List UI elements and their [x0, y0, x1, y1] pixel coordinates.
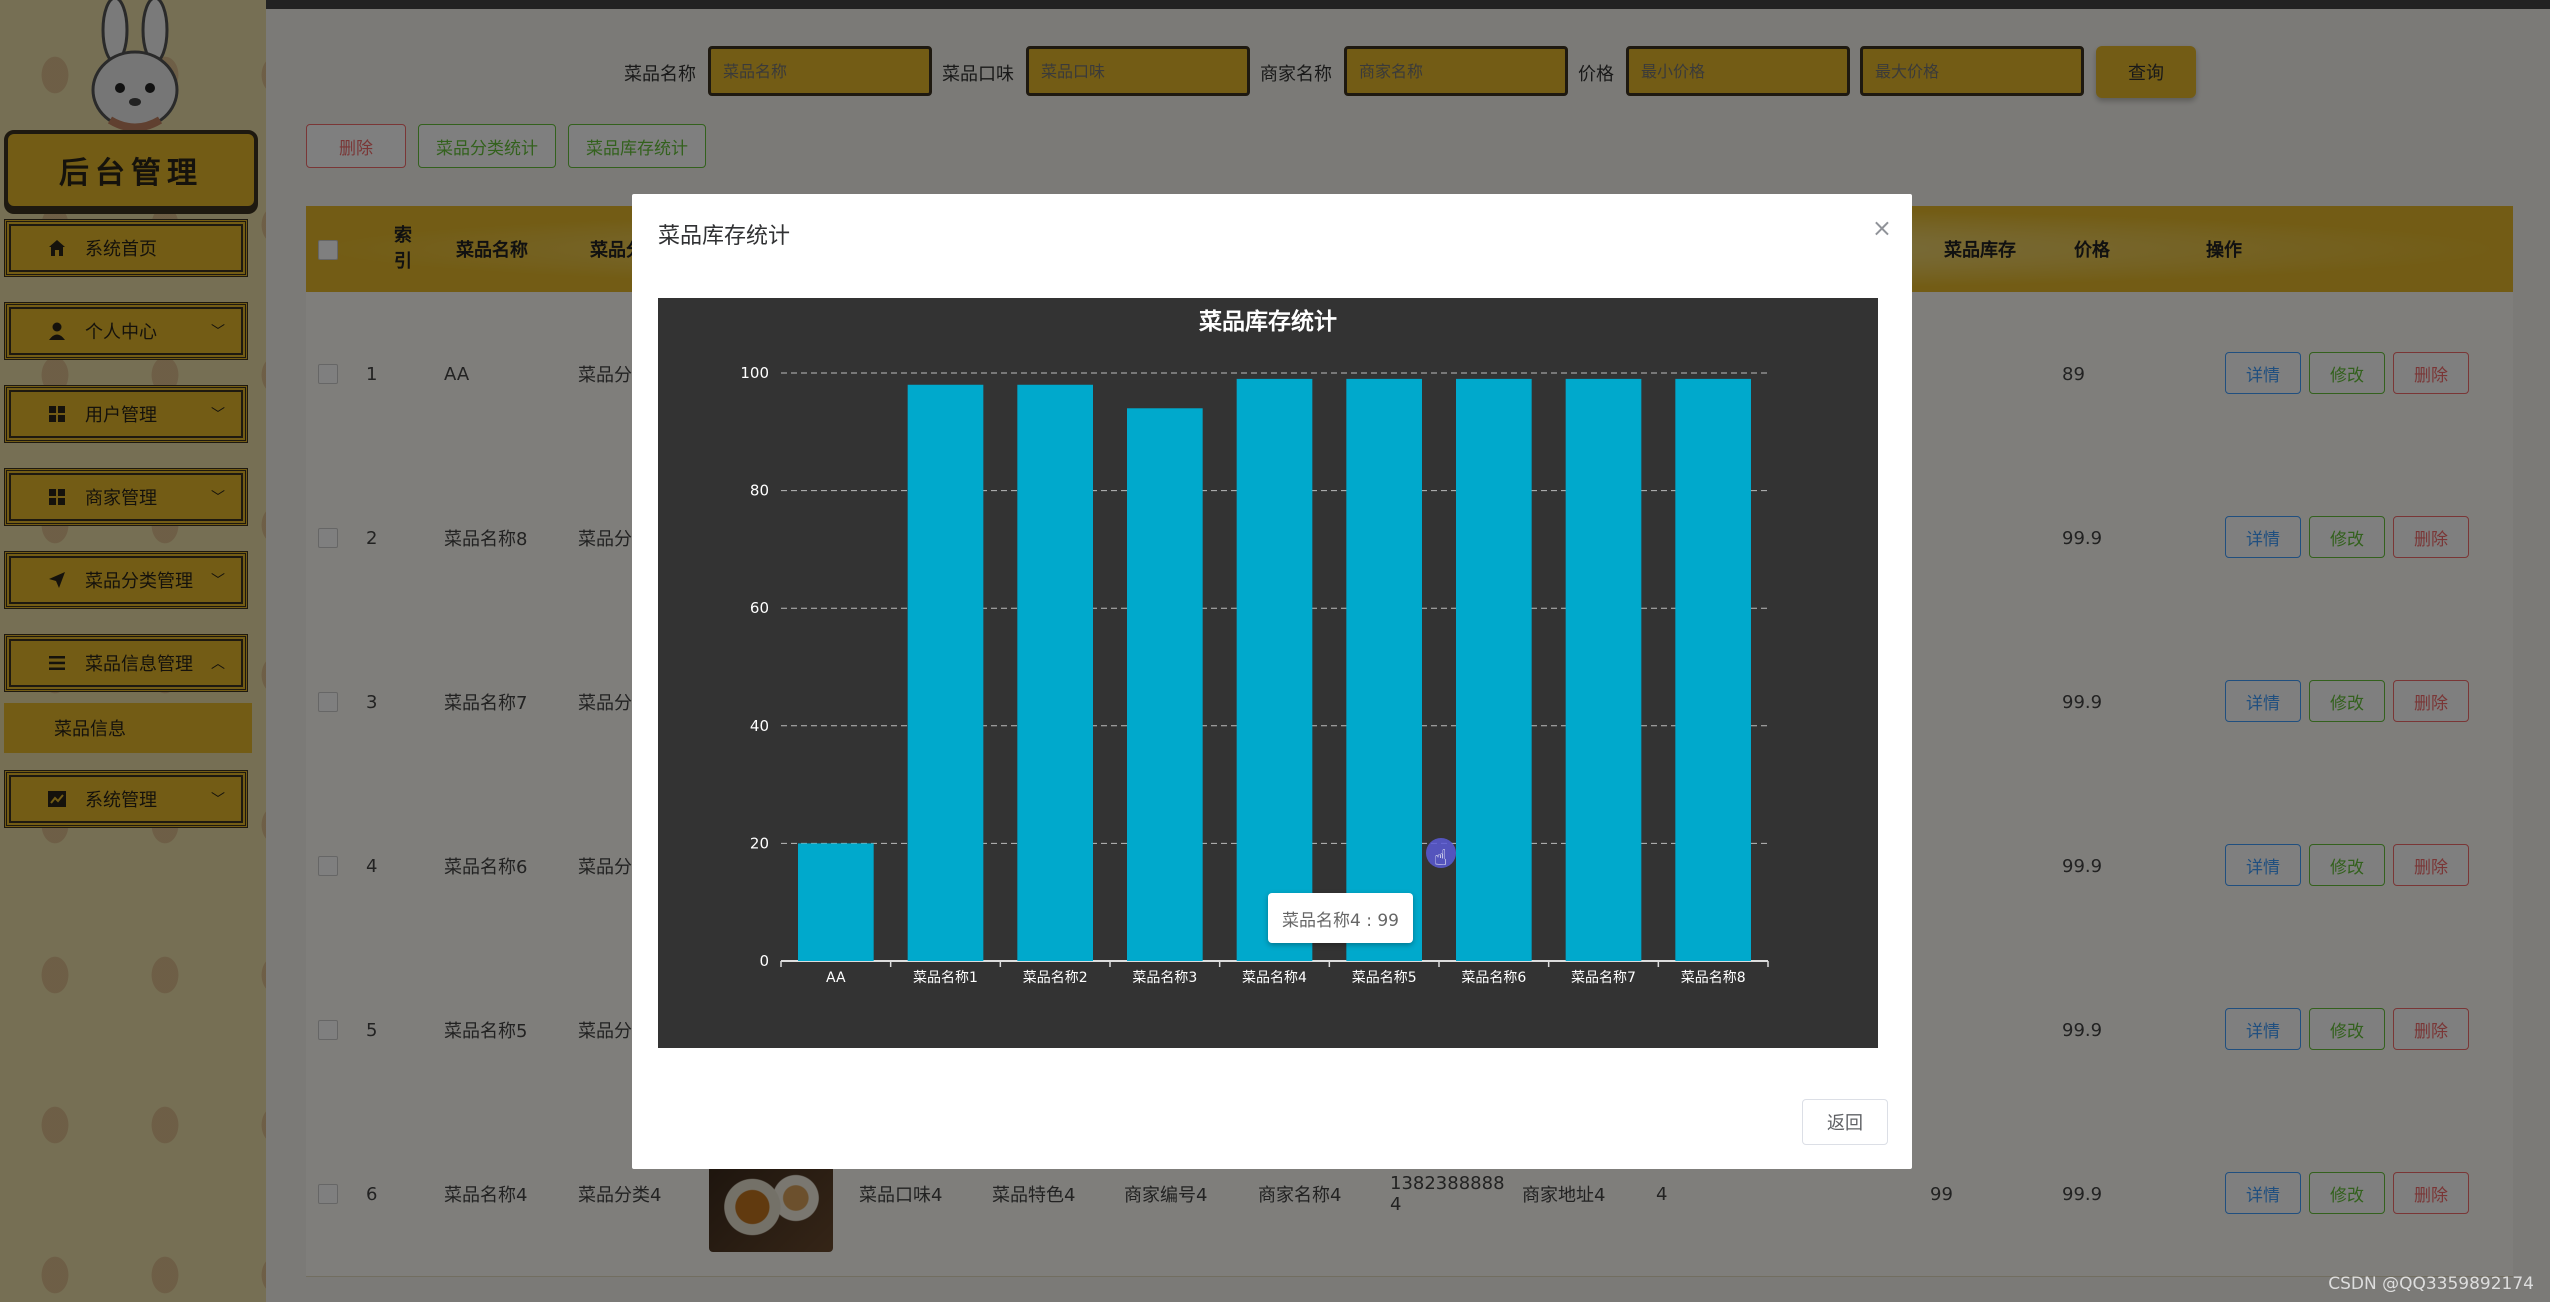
- dialog-title: 菜品库存统计: [658, 224, 791, 249]
- watermark: CSDN @QQ3359892174: [2328, 1274, 2534, 1294]
- x-tick-label: 菜品名称8: [1681, 970, 1746, 986]
- x-tick-label: 菜品名称1: [913, 970, 978, 986]
- stock-chart: 0 20 40 60 80 100 AA 菜品名称1 菜品名称2 菜品名称3 菜品名称4 菜品名称5 菜…: [658, 298, 1878, 1048]
- bar: [907, 384, 984, 961]
- bar: [1346, 378, 1423, 961]
- chart-title: 菜品库存统计: [1199, 309, 1337, 335]
- y-tick-label: 60: [750, 599, 769, 617]
- chart-tooltip: 菜品名称4 : 99: [1268, 893, 1413, 943]
- hand-cursor-icon: ☝: [1434, 846, 1448, 871]
- y-tick-label: 40: [750, 717, 769, 735]
- x-tick-label: 菜品名称3: [1132, 970, 1197, 986]
- bar: [1126, 408, 1203, 961]
- y-tick-label: 20: [750, 834, 769, 852]
- bar: [1455, 378, 1532, 961]
- bar: [1017, 384, 1094, 961]
- x-tick-label: 菜品名称7: [1571, 970, 1636, 986]
- y-tick-label: 80: [750, 482, 769, 500]
- bar: [797, 843, 874, 961]
- bar: [1675, 378, 1752, 961]
- close-icon[interactable]: ×: [1872, 214, 1892, 242]
- x-tick-label: 菜品名称4: [1242, 970, 1307, 986]
- bar: [1565, 378, 1642, 961]
- back-button[interactable]: 返回: [1802, 1099, 1888, 1145]
- x-tick-label: 菜品名称5: [1352, 970, 1417, 986]
- y-tick-label: 100: [740, 364, 769, 382]
- y-tick-label: 0: [759, 952, 769, 970]
- x-tick-label: 菜品名称2: [1023, 970, 1088, 986]
- x-tick-label: 菜品名称6: [1461, 970, 1526, 986]
- x-tick-label: AA: [826, 970, 846, 986]
- stock-stats-dialog: 菜品库存统计 × 0 20 40 60 80 100 AA 菜品名称1 菜品名称2 菜品名称3 菜品…: [632, 194, 1912, 1169]
- bar: [1236, 378, 1313, 961]
